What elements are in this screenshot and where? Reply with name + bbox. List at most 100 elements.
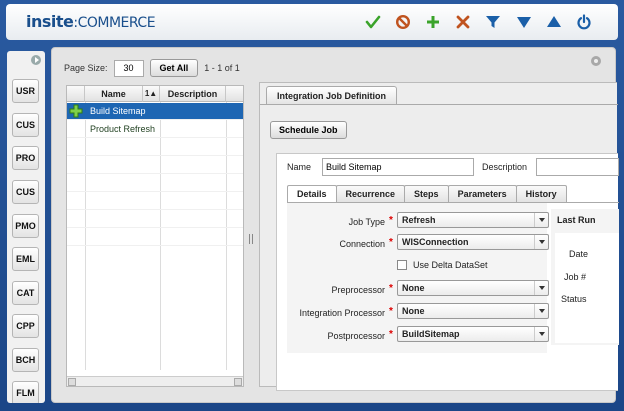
description-label: Description bbox=[482, 162, 528, 172]
last-run-status-label: Status bbox=[561, 294, 587, 304]
tab-recurrence[interactable]: Recurrence bbox=[335, 185, 406, 202]
rail-button-cus-2[interactable]: CUS bbox=[12, 180, 39, 204]
scroll-left-icon[interactable] bbox=[68, 378, 76, 386]
connection-value: WISConnection bbox=[402, 237, 469, 247]
cancel-icon[interactable] bbox=[394, 13, 412, 31]
delete-icon[interactable] bbox=[454, 13, 472, 31]
empty-row bbox=[67, 175, 243, 192]
connection-label: Connection bbox=[339, 239, 385, 249]
job-type-select[interactable]: Refresh bbox=[397, 212, 549, 228]
table-row[interactable]: Build Sitemap bbox=[67, 103, 243, 120]
last-run-date-label: Date bbox=[569, 249, 589, 259]
sort-descending-icon[interactable] bbox=[515, 13, 533, 31]
main-panel: Page Size: Get All 1 - 1 of 1 Name 1▲ De… bbox=[51, 47, 619, 403]
chevron-down-icon[interactable] bbox=[534, 213, 548, 227]
chevron-down-icon[interactable] bbox=[534, 235, 548, 249]
tab-integration-job-definition[interactable]: Integration Job Definition bbox=[266, 86, 397, 104]
chevron-down-icon[interactable] bbox=[534, 281, 548, 295]
jobs-grid: Name 1▲ Description Build Sitemap Produc… bbox=[66, 85, 244, 387]
last-run-title: Last Run bbox=[557, 215, 596, 225]
tab-parameters[interactable]: Parameters bbox=[447, 185, 517, 202]
preprocessor-label: Preprocessor bbox=[331, 285, 385, 295]
panel-splitter[interactable] bbox=[249, 234, 253, 244]
rail-button-flm[interactable]: FLM bbox=[12, 381, 39, 403]
grid-horizontal-scrollbar[interactable] bbox=[67, 376, 243, 386]
preprocessor-select[interactable]: None bbox=[397, 280, 549, 296]
postprocessor-value: BuildSitemap bbox=[402, 329, 460, 339]
grid-header: Name 1▲ Description bbox=[67, 86, 243, 102]
rail-button-cpp[interactable]: CPP bbox=[12, 314, 39, 338]
get-all-button[interactable]: Get All bbox=[149, 59, 199, 77]
header-sort-indicator[interactable]: 1▲ bbox=[143, 86, 160, 102]
required-marker: * bbox=[389, 283, 393, 294]
row-name: Product Refresh bbox=[90, 124, 156, 134]
rail-collapse-icon[interactable] bbox=[31, 55, 41, 65]
tab-steps[interactable]: Steps bbox=[404, 185, 449, 202]
logo-product: :COMMERCE bbox=[73, 15, 156, 31]
empty-row bbox=[67, 157, 243, 174]
integration-processor-label: Integration Processor bbox=[299, 308, 385, 318]
subtab-bar: Details Recurrence Steps Parameters Hist… bbox=[287, 185, 567, 203]
tab-details[interactable]: Details bbox=[287, 185, 337, 203]
app-logo: insite:COMMERCE bbox=[26, 12, 156, 31]
row-name: Build Sitemap bbox=[90, 106, 146, 116]
rail-button-cus[interactable]: CUS bbox=[12, 113, 39, 137]
connection-select[interactable]: WISConnection bbox=[397, 234, 549, 250]
use-delta-label: Use Delta DataSet bbox=[413, 260, 488, 270]
add-icon[interactable] bbox=[424, 13, 442, 31]
tab-bar-line bbox=[260, 104, 618, 105]
rail-button-cat[interactable]: CAT bbox=[12, 281, 39, 305]
header-select-column bbox=[67, 86, 85, 102]
rail-button-usr[interactable]: USR bbox=[12, 79, 39, 103]
filter-icon[interactable] bbox=[484, 13, 502, 31]
header-name[interactable]: Name bbox=[85, 86, 143, 102]
required-marker: * bbox=[389, 215, 393, 226]
logo-brand: insite bbox=[26, 12, 74, 31]
header-bar: insite:COMMERCE bbox=[6, 4, 618, 40]
panel-options-icon[interactable] bbox=[591, 56, 601, 66]
chevron-down-icon[interactable] bbox=[534, 304, 548, 318]
integration-processor-value: None bbox=[402, 306, 425, 316]
power-icon[interactable] bbox=[575, 13, 593, 31]
postprocessor-select[interactable]: BuildSitemap bbox=[397, 326, 549, 342]
add-row-icon[interactable] bbox=[69, 104, 83, 120]
last-run-job-label: Job # bbox=[564, 272, 587, 282]
description-field[interactable] bbox=[536, 158, 619, 176]
empty-row bbox=[67, 139, 243, 156]
tab-history[interactable]: History bbox=[515, 185, 567, 202]
rail-button-pmo[interactable]: PMO bbox=[12, 214, 39, 238]
chevron-down-icon[interactable] bbox=[534, 327, 548, 341]
schedule-job-button[interactable]: Schedule Job bbox=[270, 121, 347, 139]
table-row[interactable]: Product Refresh bbox=[67, 121, 243, 138]
job-type-value: Refresh bbox=[402, 215, 436, 225]
rail-button-eml[interactable]: EML bbox=[12, 247, 39, 271]
rail-button-bch[interactable]: BCH bbox=[12, 348, 39, 372]
name-label: Name bbox=[287, 162, 312, 172]
page-range-text: 1 - 1 of 1 bbox=[204, 63, 240, 73]
integration-processor-select[interactable]: None bbox=[397, 303, 549, 319]
use-delta-checkbox[interactable] bbox=[397, 260, 407, 270]
scroll-right-icon[interactable] bbox=[234, 378, 242, 386]
page-size-input[interactable] bbox=[113, 59, 144, 77]
required-marker: * bbox=[389, 306, 393, 317]
job-form: Name Description Details Recurrence Step… bbox=[276, 153, 619, 391]
detail-panel: Integration Job Definition Schedule Job … bbox=[259, 82, 619, 391]
rail-button-pro[interactable]: PRO bbox=[12, 146, 39, 170]
sort-ascending-icon[interactable] bbox=[545, 13, 563, 31]
details-panel: Job Type * Refresh Connection * WISConne… bbox=[287, 203, 549, 353]
check-icon[interactable] bbox=[364, 13, 382, 31]
last-run-box: Date Job # Status bbox=[555, 233, 619, 343]
required-marker: * bbox=[389, 329, 393, 340]
postprocessor-label: Postprocessor bbox=[327, 331, 385, 341]
preprocessor-value: None bbox=[402, 283, 425, 293]
empty-row bbox=[67, 211, 243, 228]
pager: Page Size: Get All 1 - 1 of 1 bbox=[64, 59, 240, 77]
page-size-label: Page Size: bbox=[64, 63, 108, 73]
empty-row bbox=[67, 193, 243, 210]
job-type-label: Job Type bbox=[348, 217, 385, 227]
app-window: insite:COMMERCE USR CUS PRO CUS PMO EML … bbox=[0, 0, 624, 411]
header-description[interactable]: Description bbox=[160, 86, 226, 102]
last-run-panel: Last Run Date Job # Status bbox=[551, 209, 619, 345]
module-rail: USR CUS PRO CUS PMO EML CAT CPP BCH FLM bbox=[7, 51, 45, 403]
name-field[interactable] bbox=[322, 158, 474, 176]
